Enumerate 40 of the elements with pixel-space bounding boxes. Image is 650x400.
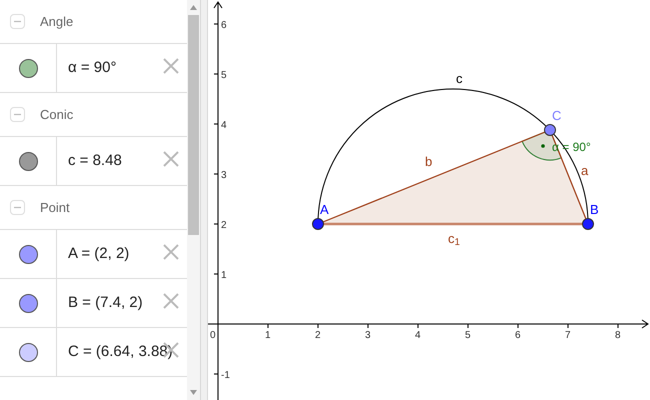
x-tick-label: 3 [365, 330, 371, 341]
point-label: B [590, 202, 599, 217]
x-tick-label: 7 [565, 330, 571, 341]
point-marker[interactable] [582, 218, 594, 230]
segment-label: c$_{1}$ [448, 231, 460, 246]
collapse-button[interactable] [10, 14, 25, 29]
right-angle-dot [541, 144, 545, 148]
x-tick-label: 1 [265, 330, 271, 341]
collapse-button[interactable] [10, 107, 25, 122]
group-heading: Conic [40, 106, 74, 124]
group-heading: Point [40, 198, 70, 217]
group-heading: Angle [40, 12, 74, 31]
algebra-value[interactable]: B = (7.4, 2) [68, 292, 143, 314]
y-tick-label: 6 [221, 20, 227, 31]
point-label: C [552, 108, 562, 123]
y-tick-label: 5 [221, 70, 227, 81]
scroll-up-icon[interactable] [190, 5, 197, 10]
x-tick-label: 0 [210, 330, 216, 341]
algebra-value[interactable]: c = 8.48 [68, 150, 122, 172]
point-marker[interactable] [544, 124, 556, 136]
y-tick-label: 1 [221, 270, 227, 281]
scroll-down-icon[interactable] [190, 390, 197, 395]
x-tick-label: 5 [465, 330, 471, 341]
x-tick-label: 4 [415, 330, 421, 341]
segment-label: a [581, 163, 588, 178]
y-tick-label: 2 [221, 220, 227, 231]
algebra-value[interactable]: A = (2, 2) [68, 242, 130, 266]
y-tick-label: -1 [221, 370, 230, 381]
y-tick-label: 4 [221, 120, 227, 131]
point-label: A [320, 202, 329, 217]
arc-label: c [456, 71, 462, 86]
segment-label: b [425, 154, 432, 169]
x-tick-label: 2 [315, 330, 321, 341]
x-tick-label: 8 [615, 330, 621, 341]
collapse-button[interactable] [10, 200, 25, 215]
x-tick-label: 6 [515, 330, 521, 341]
algebra-value[interactable]: α = 90° [68, 56, 116, 80]
scrollbar[interactable] [187, 0, 200, 400]
point-marker[interactable] [312, 218, 324, 230]
y-tick-label: 3 [221, 170, 227, 181]
